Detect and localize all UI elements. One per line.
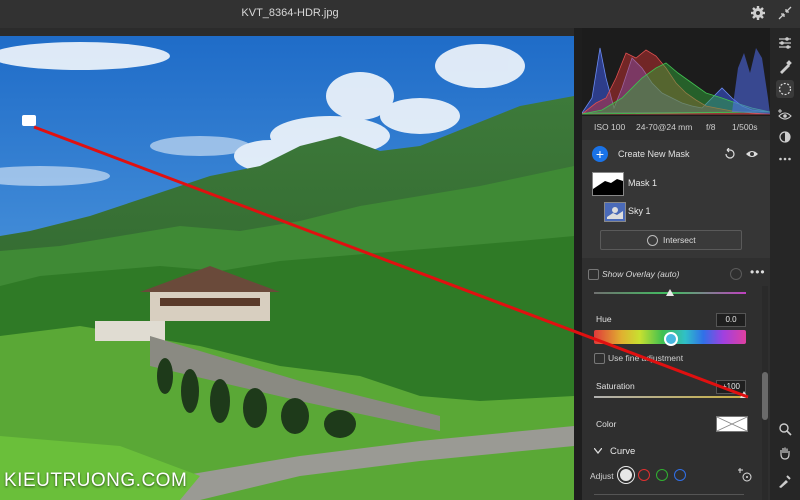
compress-icon[interactable] bbox=[778, 6, 792, 20]
scrollbar-thumb[interactable] bbox=[762, 372, 768, 420]
show-overlay-checkbox[interactable] bbox=[588, 269, 599, 280]
undo-icon[interactable] bbox=[724, 148, 736, 160]
more-icon[interactable] bbox=[778, 152, 792, 166]
masking-icon bbox=[778, 82, 792, 96]
hand-icon[interactable] bbox=[778, 446, 792, 460]
mask-item-label: Mask 1 bbox=[628, 178, 658, 188]
masking-tool-button[interactable] bbox=[776, 80, 794, 98]
iso-value: ISO 100 bbox=[594, 122, 626, 132]
edit-panel: ISO 100 24-70@24 mm f/8 1/500s + Create … bbox=[582, 28, 770, 500]
ellipsis-icon[interactable]: ••• bbox=[750, 265, 766, 279]
intersect-icon bbox=[647, 235, 658, 246]
show-overlay-row: Show Overlay (auto) ••• bbox=[582, 264, 770, 284]
intersect-button[interactable]: Intersect bbox=[600, 230, 742, 250]
saturation-label: Saturation bbox=[596, 381, 635, 391]
create-mask-button[interactable]: + bbox=[592, 146, 608, 162]
curve-graph[interactable] bbox=[594, 494, 744, 500]
lens-value: 24-70@24 mm bbox=[636, 122, 693, 132]
curve-channel-white[interactable] bbox=[620, 469, 632, 481]
curve-channel-blue[interactable] bbox=[674, 469, 686, 481]
eye-icon[interactable] bbox=[746, 149, 758, 159]
fine-adjustment-checkbox[interactable] bbox=[594, 353, 605, 364]
mask-panel: + Create New Mask Mask 1 Sky 1 Intersect bbox=[582, 140, 770, 258]
overlay-color-icon[interactable] bbox=[730, 268, 742, 280]
curve-label: Curve bbox=[610, 446, 636, 457]
window-title: KVT_8364-HDR.jpg bbox=[241, 7, 339, 19]
show-overlay-label[interactable]: Show Overlay (auto) bbox=[602, 269, 679, 279]
adjust-label: Adjust bbox=[590, 471, 614, 481]
aperture-value: f/8 bbox=[706, 122, 716, 132]
targeted-adjustment-icon[interactable] bbox=[738, 468, 752, 482]
shutter-value: 1/500s bbox=[732, 122, 758, 132]
tool-strip bbox=[770, 28, 800, 500]
title-bar: KVT_8364-HDR.jpg bbox=[0, 0, 800, 28]
color-label: Color bbox=[596, 419, 617, 429]
edit-sliders-icon[interactable] bbox=[778, 36, 792, 50]
curve-section-header[interactable]: Curve bbox=[582, 442, 760, 462]
saturation-slider-track[interactable] bbox=[594, 396, 746, 398]
gear-icon[interactable] bbox=[750, 5, 766, 21]
create-mask-label[interactable]: Create New Mask bbox=[618, 149, 690, 159]
histogram bbox=[582, 28, 770, 116]
hue-slider-knob[interactable] bbox=[664, 332, 678, 346]
saturation-slider-thumb[interactable] bbox=[740, 391, 748, 398]
photo-canvas[interactable] bbox=[0, 36, 574, 500]
sky-mask-icon bbox=[604, 202, 626, 222]
hue-value[interactable]: 0.0 bbox=[716, 313, 746, 327]
hue-label: Hue bbox=[596, 314, 612, 324]
panel-scrollbar[interactable] bbox=[762, 286, 768, 500]
color-swatch[interactable] bbox=[716, 416, 748, 432]
red-eye-icon[interactable] bbox=[778, 108, 792, 122]
exif-readout: ISO 100 24-70@24 mm f/8 1/500s bbox=[582, 116, 770, 138]
mask-thumbnail bbox=[592, 172, 624, 196]
healing-brush-icon[interactable] bbox=[778, 60, 792, 74]
mask-item-sky-1[interactable]: Sky 1 bbox=[592, 200, 754, 226]
mask-item-mask-1[interactable]: Mask 1 bbox=[592, 172, 754, 198]
curve-channel-green[interactable] bbox=[656, 469, 668, 481]
watermark: KIEUTRUONG.COM bbox=[4, 470, 188, 491]
mask-item-label: Sky 1 bbox=[628, 206, 651, 216]
curve-channel-red[interactable] bbox=[638, 469, 650, 481]
zoom-icon[interactable] bbox=[778, 422, 792, 436]
intersect-label: Intersect bbox=[663, 235, 696, 245]
eyedropper-icon[interactable] bbox=[778, 474, 792, 488]
chevron-down-icon bbox=[594, 448, 602, 454]
presets-icon[interactable] bbox=[778, 130, 792, 144]
panel-divider bbox=[574, 28, 582, 500]
top-slider-thumb[interactable] bbox=[666, 289, 674, 296]
fine-adjustment-label[interactable]: Use fine adjustment bbox=[608, 353, 683, 363]
color-sampler-icon[interactable] bbox=[22, 115, 36, 126]
